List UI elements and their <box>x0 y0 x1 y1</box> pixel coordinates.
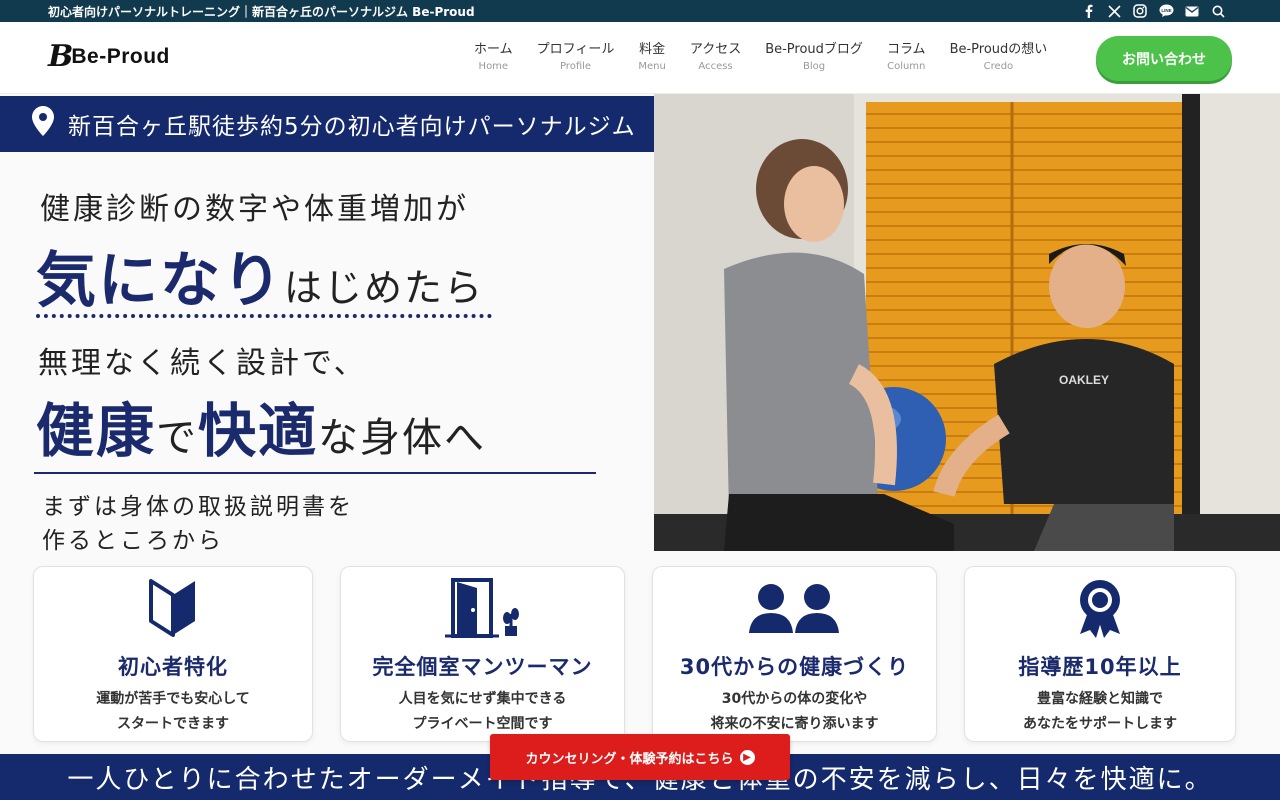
feature-desc: 豊富な経験と知識で あなたをサポートします <box>965 687 1235 737</box>
feature-title: 初心者特化 <box>118 655 228 679</box>
beginner-mark-icon <box>34 577 312 639</box>
logo-text: Be-Proud <box>71 45 170 68</box>
dotted-divider <box>36 314 492 318</box>
location-banner: 新百合ヶ丘駅徒歩約5分の初心者向けパーソナルジム <box>0 96 654 152</box>
feature-title: 完全個室マンツーマン <box>372 655 593 679</box>
line-icon[interactable]: LINE <box>1158 3 1174 19</box>
site-header: B Be-Proud ホーム Home プロフィール Profile 料金 Me… <box>0 22 1280 94</box>
nav-item-menu[interactable]: 料金 Menu <box>626 42 677 74</box>
feature-card-health: 30代からの健康づくり 30代からの体の変化や 将来の不安に寄り添います <box>652 566 937 742</box>
headline-line1: 健康診断の数字や体重増加が <box>40 192 469 227</box>
headline-emphasis: 健康 <box>36 397 157 465</box>
subheadline-1: まずは身体の取扱説明書を <box>42 494 354 520</box>
nav-label: Be-Proudブログ <box>765 42 863 57</box>
feature-desc: 人目を気にせず集中できる プライベート空間です <box>341 687 624 737</box>
top-bar: 初心者向けパーソナルトレーニング｜新百合ヶ丘のパーソナルジム Be-Proud … <box>0 0 1280 22</box>
feature-title: 30代からの健康づくり <box>679 655 910 679</box>
award-medal-icon <box>965 577 1235 639</box>
main-nav: ホーム Home プロフィール Profile 料金 Menu アクセス Acc… <box>462 22 1059 94</box>
hero-photo: OAKLEY <box>654 94 1280 551</box>
nav-sublabel: Column <box>887 61 926 72</box>
svg-text:LINE: LINE <box>1161 8 1171 13</box>
site-title: 初心者向けパーソナルトレーニング｜新百合ヶ丘のパーソナルジム Be-Proud <box>48 4 475 19</box>
instagram-icon[interactable] <box>1132 3 1148 19</box>
nav-label: Be-Proudの想い <box>949 42 1048 57</box>
nav-sublabel: Home <box>478 61 509 72</box>
headline-text: な身体へ <box>318 415 487 461</box>
x-icon[interactable] <box>1106 3 1122 19</box>
feature-desc-line: 豊富な経験と知識で <box>1037 691 1163 707</box>
subheadline-2: 作るところから <box>42 528 224 554</box>
map-pin-icon <box>32 106 54 142</box>
headline-text: はじめたら <box>284 266 485 310</box>
feature-desc-line: 人目を気にせず集中できる <box>398 691 567 707</box>
social-links: LINE <box>1080 0 1226 22</box>
nav-sublabel: Access <box>698 61 733 72</box>
feature-desc: 30代からの体の変化や 将来の不安に寄り添います <box>653 687 936 737</box>
mail-icon[interactable] <box>1184 3 1200 19</box>
facebook-icon[interactable] <box>1080 3 1096 19</box>
counseling-booking-button[interactable]: カウンセリング・体験予約はこちら ▶ <box>490 734 790 780</box>
logo-mark: B <box>48 39 74 74</box>
nav-item-credo[interactable]: Be-Proudの想い Credo <box>938 42 1060 74</box>
chevron-right-icon: ▶ <box>739 749 755 765</box>
site-logo[interactable]: B Be-Proud <box>48 39 170 75</box>
feature-card-beginner: 初心者特化 運動が苦手でも安心して スタートできます <box>33 566 313 742</box>
headline-line5: まずは身体の取扱説明書を 作るところから <box>42 490 354 558</box>
nav-label: アクセス <box>689 42 742 57</box>
feature-card-experience: 指導歴10年以上 豊富な経験と知識で あなたをサポートします <box>964 566 1236 742</box>
feature-card-private-room: 完全個室マンツーマン 人目を気にせず集中できる プライベート空間です <box>340 566 625 742</box>
nav-sublabel: Credo <box>983 61 1014 72</box>
nav-sublabel: Profile <box>559 61 592 72</box>
nav-label: 料金 <box>639 42 666 57</box>
feature-desc-line: スタートできます <box>117 716 229 732</box>
headline-line4: 健康で快適な身体へ <box>36 384 486 468</box>
nav-label: プロフィール <box>536 42 615 57</box>
headline-emphasis: 気になり <box>36 246 284 316</box>
headline-line3: 無理なく続く設計で、 <box>38 346 367 381</box>
feature-desc-line: あなたをサポートします <box>1023 716 1177 732</box>
hero-section: 新百合ヶ丘駅徒歩約5分の初心者向けパーソナルジム 健康診断の数字や体重増加が 気… <box>0 94 1280 800</box>
nav-item-access[interactable]: アクセス Access <box>678 42 753 74</box>
headline-underline <box>34 472 596 474</box>
nav-label: ホーム <box>474 42 513 57</box>
search-icon[interactable] <box>1210 3 1226 19</box>
headline-line2: 気になりはじめたら <box>36 232 484 319</box>
feature-desc-line: 運動が苦手でも安心して <box>96 691 250 707</box>
private-room-door-icon <box>341 577 624 639</box>
nav-label: コラム <box>886 42 926 57</box>
headline-emphasis: 快適 <box>198 397 319 465</box>
nav-item-column[interactable]: コラム Column <box>875 42 938 74</box>
people-icon <box>653 577 936 639</box>
nav-sublabel: Blog <box>803 61 826 72</box>
nav-item-profile[interactable]: プロフィール Profile <box>525 42 627 74</box>
feature-title: 指導歴10年以上 <box>1018 655 1182 679</box>
nav-item-home[interactable]: ホーム Home <box>462 42 525 74</box>
headline-text: で <box>156 415 199 461</box>
feature-desc: 運動が苦手でも安心して スタートできます <box>34 687 312 737</box>
nav-item-blog[interactable]: Be-Proudブログ Blog <box>753 42 875 74</box>
location-text: 新百合ヶ丘駅徒歩約5分の初心者向けパーソナルジム <box>68 114 636 140</box>
booking-button-label: カウンセリング・体験予約はこちら <box>525 751 734 767</box>
svg-text:OAKLEY: OAKLEY <box>1059 373 1109 387</box>
feature-desc-line: 30代からの体の変化や <box>721 691 868 707</box>
nav-sublabel: Menu <box>638 61 666 72</box>
contact-button[interactable]: お問い合わせ <box>1096 36 1232 81</box>
